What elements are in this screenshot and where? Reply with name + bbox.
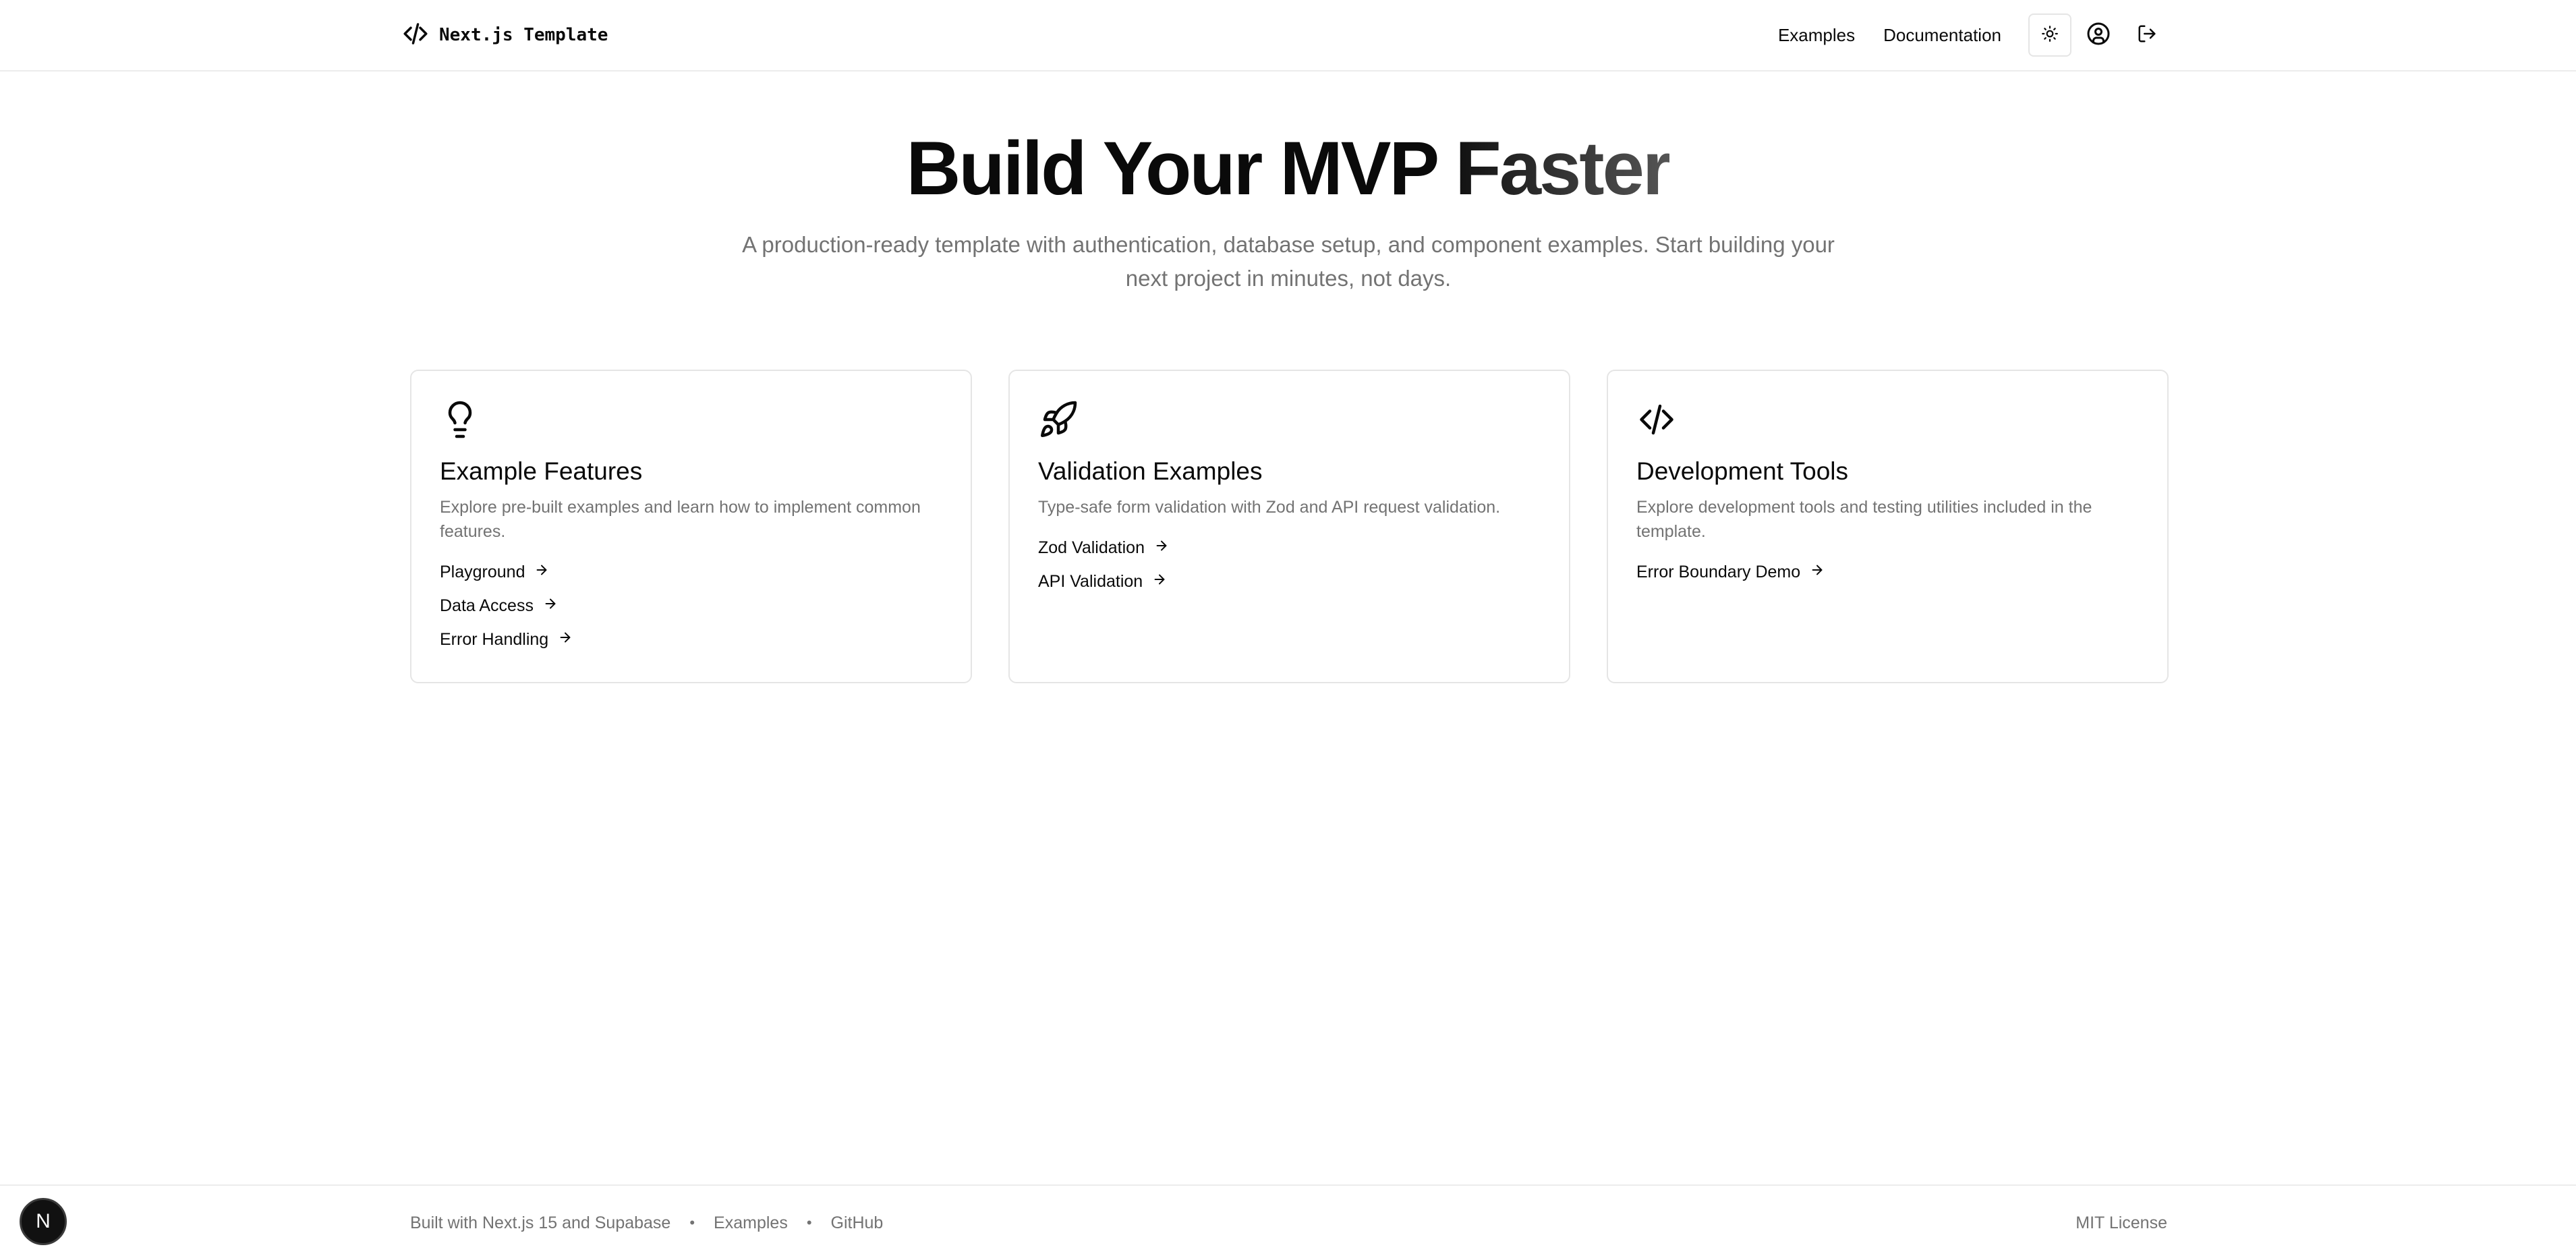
card-title: Validation Examples xyxy=(1038,457,1263,485)
card-description: Explore development tools and testing ut… xyxy=(1636,498,2092,541)
link-label: Error Handling xyxy=(440,630,549,649)
footer-separator: • xyxy=(689,1214,695,1231)
theme-toggle-button[interactable] xyxy=(2028,13,2071,57)
link-label: Data Access xyxy=(440,596,534,615)
license-text: MIT License xyxy=(2076,1213,2167,1232)
nav-documentation-link[interactable]: Documentation xyxy=(1883,25,2001,46)
brand-link[interactable]: Next.js Template xyxy=(401,20,608,50)
card-title: Development Tools xyxy=(1636,457,1848,485)
lightbulb-icon xyxy=(440,399,480,440)
data-access-link[interactable]: Data Access xyxy=(440,594,558,618)
footer-right: MIT License xyxy=(2076,1186,2167,1260)
arrow-right-icon xyxy=(1154,536,1169,560)
user-circle-icon xyxy=(2086,22,2111,49)
nextjs-dev-tools-button[interactable]: N xyxy=(20,1198,67,1245)
site-header: Next.js Template Examples Documentation xyxy=(0,0,2576,71)
link-label: Playground xyxy=(440,563,525,581)
card-development-tools: Development Tools Explore development to… xyxy=(1607,370,2169,683)
hero-title-main: Build Your MVP xyxy=(906,126,1456,210)
card-description: Explore pre-built examples and learn how… xyxy=(440,498,921,541)
hero-title: Build Your MVP Faster xyxy=(0,121,2576,216)
arrow-right-icon xyxy=(558,627,573,652)
zod-validation-link[interactable]: Zod Validation xyxy=(1038,536,1169,560)
link-label: Zod Validation xyxy=(1038,538,1145,557)
code-icon xyxy=(1636,399,1677,440)
site-footer: Built with Next.js 15 and Supabase • Exa… xyxy=(0,1184,2576,1260)
link-label: Error Boundary Demo xyxy=(1636,563,1801,581)
card-link-list: Zod Validation API Validation xyxy=(1038,536,1541,594)
brand-title: Next.js Template xyxy=(439,25,608,45)
rocket-icon xyxy=(1038,399,1079,440)
arrow-right-icon xyxy=(1810,560,1825,584)
footer-github-link[interactable]: GitHub xyxy=(831,1213,884,1233)
code-icon xyxy=(401,20,430,51)
nav-examples-link[interactable]: Examples xyxy=(1778,25,1855,46)
user-menu-button[interactable] xyxy=(2077,13,2120,57)
card-description: Type-safe form validation with Zod and A… xyxy=(1038,498,1501,517)
log-out-icon xyxy=(2137,24,2157,47)
error-boundary-demo-link[interactable]: Error Boundary Demo xyxy=(1636,560,1825,584)
top-nav: Examples Documentation xyxy=(1778,13,2169,57)
card-title: Example Features xyxy=(440,457,643,485)
footer-examples-link[interactable]: Examples xyxy=(714,1213,788,1233)
api-validation-link[interactable]: API Validation xyxy=(1038,569,1167,594)
card-link-list: Playground Data Access Error Handling xyxy=(440,560,942,652)
hero-title-accent: Faster xyxy=(1455,126,1671,210)
built-with-text: Built with Next.js 15 and Supabase xyxy=(410,1213,671,1232)
footer-separator: • xyxy=(806,1214,812,1231)
playground-link[interactable]: Playground xyxy=(440,560,549,584)
sun-icon xyxy=(2041,25,2059,46)
arrow-right-icon xyxy=(1152,569,1167,594)
link-label: API Validation xyxy=(1038,572,1143,591)
footer-left: Built with Next.js 15 and Supabase • Exa… xyxy=(410,1186,883,1260)
hero-subtitle: A production-ready template with authent… xyxy=(742,232,1835,291)
card-validation-examples: Validation Examples Type-safe form valid… xyxy=(1008,370,1570,683)
arrow-right-icon xyxy=(534,560,549,584)
card-link-list: Error Boundary Demo xyxy=(1636,560,2139,584)
error-handling-link[interactable]: Error Handling xyxy=(440,627,573,652)
nextjs-logo-icon: N xyxy=(36,1210,51,1232)
arrow-right-icon xyxy=(543,594,558,618)
logout-button[interactable] xyxy=(2125,13,2169,57)
card-example-features: Example Features Explore pre-built examp… xyxy=(410,370,972,683)
